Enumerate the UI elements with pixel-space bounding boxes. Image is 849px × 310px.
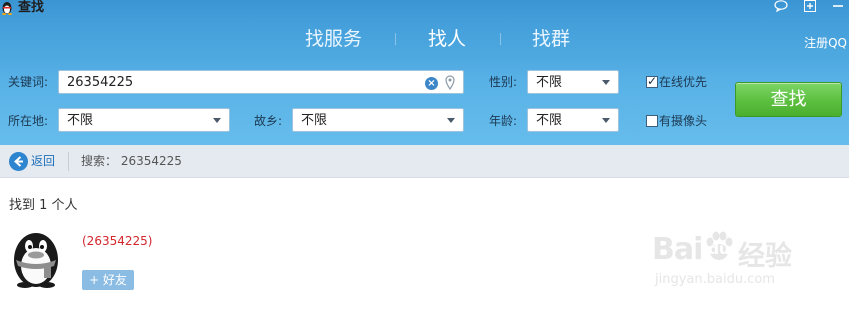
keyword-value: 26354225	[67, 75, 134, 90]
location-value: 不限	[67, 113, 94, 128]
hometown-select[interactable]: 不限	[292, 108, 464, 132]
window-title: 查找	[18, 0, 45, 15]
breadcrumb: 返回 搜索： 26354225	[0, 145, 849, 178]
age-value: 不限	[536, 113, 563, 128]
qq-penguin-logo-icon	[2, 2, 12, 15]
add-friend-button[interactable]: + 好友	[82, 270, 134, 290]
hometown-value: 不限	[301, 113, 328, 128]
chevron-down-icon	[602, 80, 610, 85]
age-select[interactable]: 不限	[527, 108, 619, 132]
gender-select[interactable]: 不限	[527, 70, 619, 94]
header: 查找 找服务 找人 找群 注册QQ 关键词: 26354225 × 性别: 不限…	[0, 0, 849, 145]
clear-icon[interactable]: ×	[425, 77, 438, 90]
minimize-icon[interactable]	[830, 0, 846, 12]
tab-find-people[interactable]: 找人	[428, 24, 466, 54]
plus-icon[interactable]	[802, 0, 818, 12]
online-first-label: 在线优先	[659, 75, 708, 89]
chevron-down-icon	[602, 118, 610, 123]
watermark-url: jingyan.baidu.com	[655, 272, 775, 287]
result-count: 找到 1 个人	[9, 198, 78, 213]
back-link[interactable]: 返回	[31, 154, 55, 168]
avatar[interactable]	[8, 226, 64, 288]
gender-label: 性别:	[489, 75, 518, 89]
hometown-label: 故乡:	[254, 114, 283, 128]
keyword-label: 关键词:	[8, 75, 49, 89]
search-summary: 搜索： 26354225	[81, 154, 182, 168]
watermark-brand: Bai	[652, 232, 703, 267]
online-first-checkbox[interactable]: ✓	[646, 74, 658, 88]
back-arrow-icon[interactable]	[9, 152, 28, 171]
has-camera-checkbox[interactable]	[646, 115, 658, 127]
gender-value: 不限	[536, 75, 563, 90]
checkmark-icon: ✓	[647, 74, 658, 88]
breadcrumb-divider	[68, 152, 69, 171]
title-bar: 查找	[0, 0, 849, 16]
location-select[interactable]: 不限	[58, 108, 230, 132]
watermark-brand-2: du	[708, 240, 730, 258]
tab-divider	[500, 33, 501, 45]
age-label: 年龄:	[489, 114, 518, 128]
tab-divider	[395, 33, 396, 45]
tab-find-service[interactable]: 找服务	[305, 24, 362, 54]
watermark-cn: 经验	[738, 241, 792, 272]
tab-find-group[interactable]: 找群	[532, 24, 570, 54]
search-button[interactable]: 查找	[735, 82, 842, 117]
chevron-down-icon	[447, 118, 455, 123]
chat-bubble-icon[interactable]	[773, 0, 789, 13]
register-qq-link[interactable]: 注册QQ	[804, 34, 847, 51]
has-camera-label: 有摄像头	[659, 114, 708, 128]
keyword-input[interactable]: 26354225 ×	[58, 70, 464, 94]
location-label: 所在地:	[8, 114, 49, 128]
chevron-down-icon	[213, 118, 221, 123]
location-pin-icon[interactable]	[445, 75, 455, 90]
result-id[interactable]: (26354225)	[82, 234, 152, 248]
